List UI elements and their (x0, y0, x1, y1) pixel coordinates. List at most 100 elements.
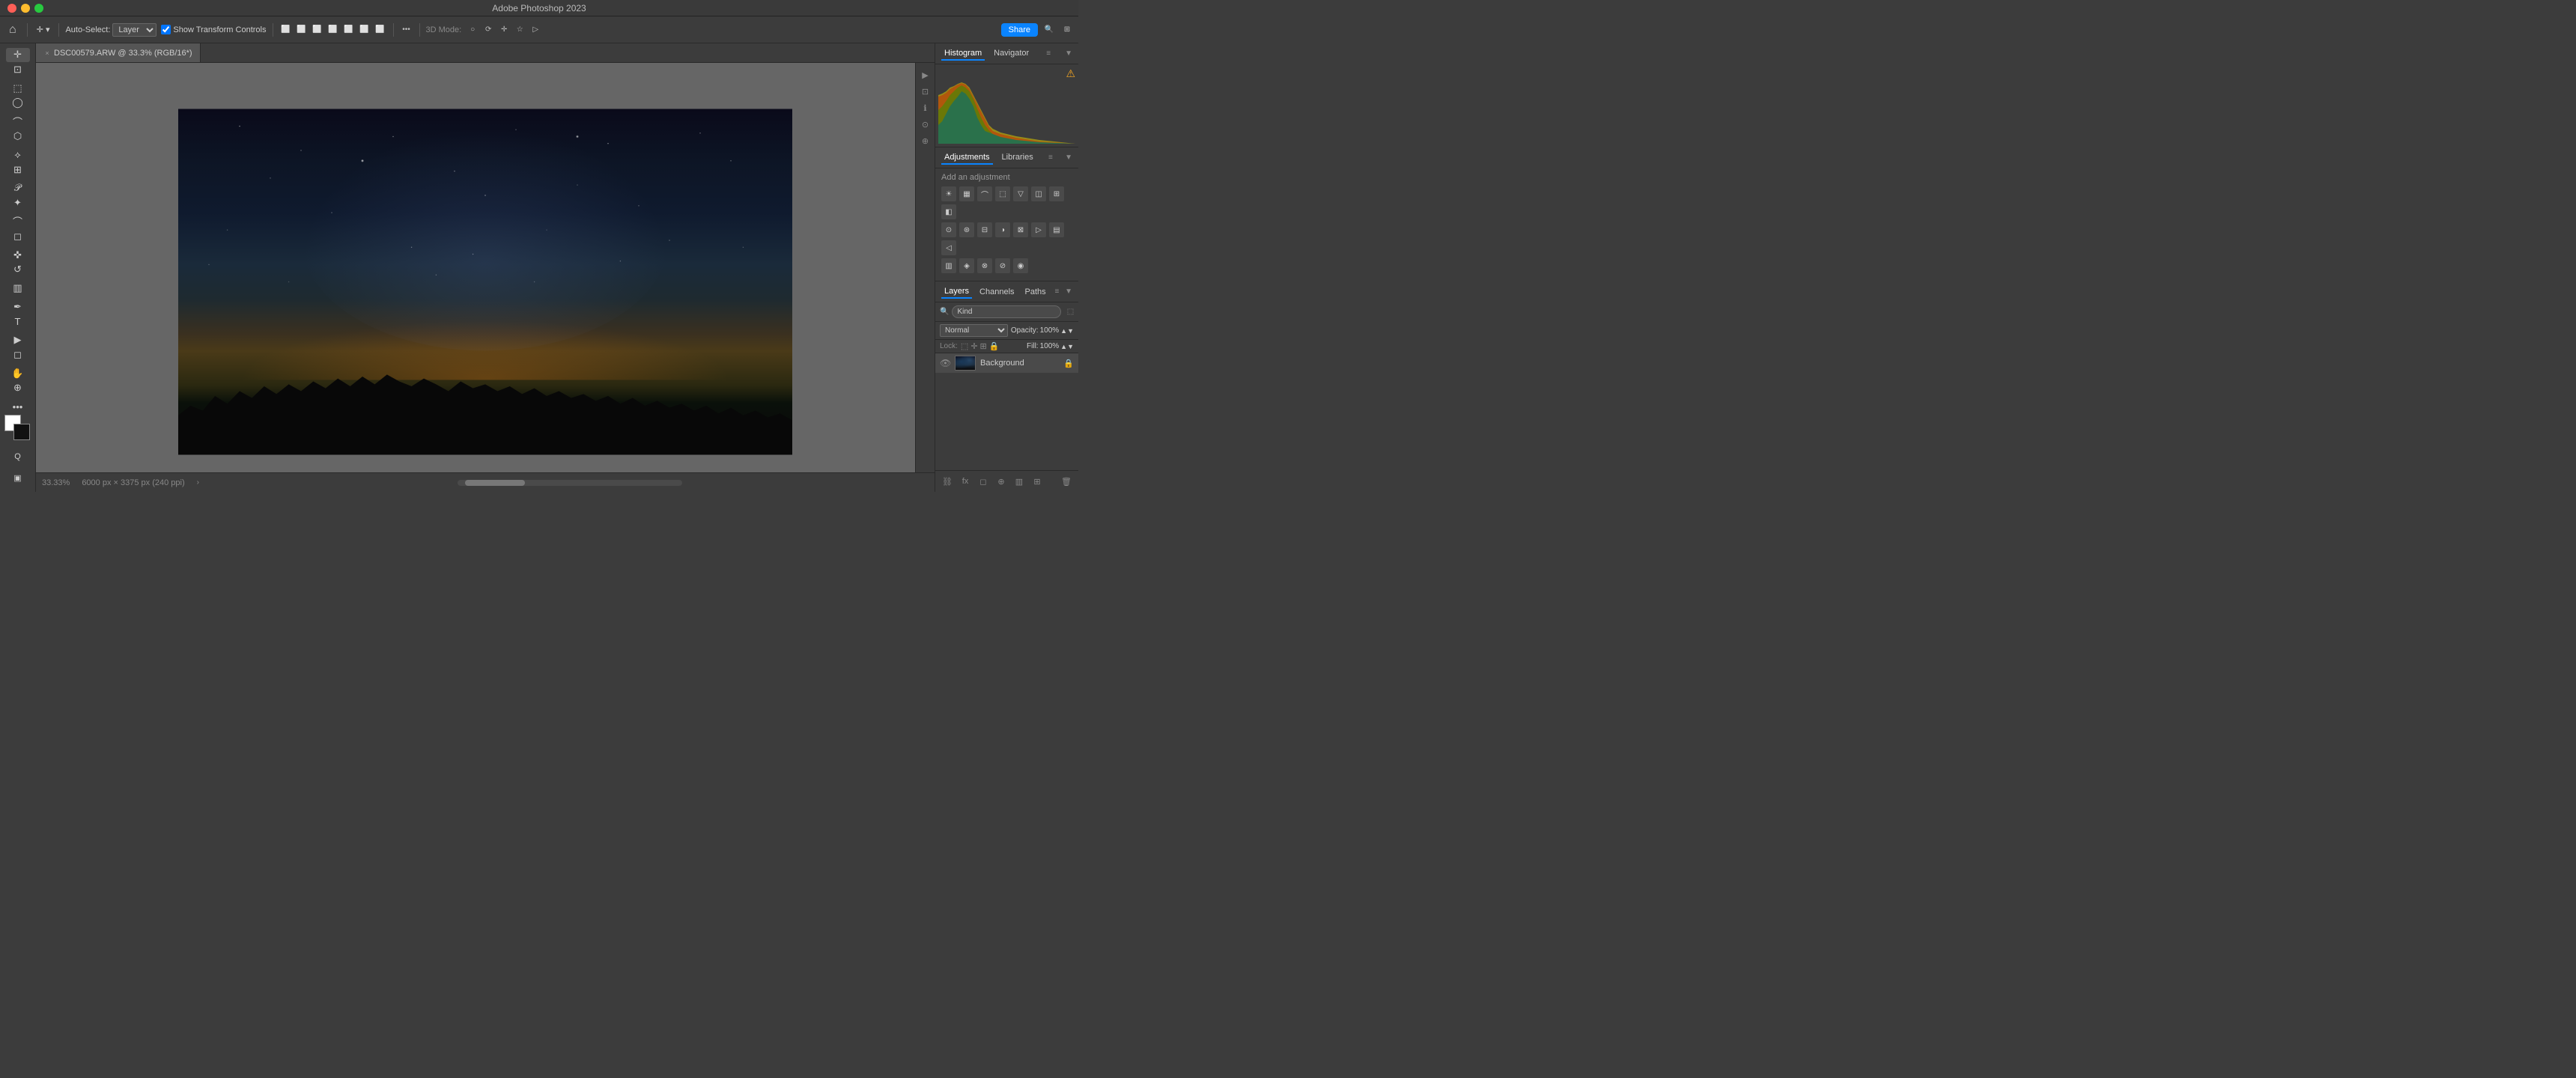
new-layer-icon[interactable]: ⊞ (1030, 474, 1045, 489)
layers-menu-button[interactable]: ≡ (1054, 287, 1059, 296)
pen-tool-button[interactable]: ✒ (6, 300, 30, 314)
more-options-icon[interactable]: ••• (400, 23, 413, 37)
eyedropper-button[interactable]: 𝒫 (6, 181, 30, 195)
curves-icon[interactable]: ⌒ (977, 186, 992, 201)
selective-color-icon[interactable]: ◁ (941, 240, 956, 255)
screen-mode-button[interactable]: ▣ (6, 468, 30, 487)
opacity-value[interactable]: 100% (1040, 326, 1060, 335)
adj-extra-5[interactable]: ◉ (1013, 258, 1028, 273)
lock-pixels-icon[interactable]: ⬚ (961, 341, 968, 351)
adjustments-collapse-button[interactable]: ▼ (1065, 153, 1072, 162)
properties-icon[interactable]: ▶ (918, 67, 933, 82)
poly-lasso-button[interactable]: ⬡ (6, 130, 30, 144)
shape-tool-button[interactable]: ◻ (6, 348, 30, 362)
table-row[interactable]: 👁 Background 🔒 (935, 353, 1078, 374)
align-top-icon[interactable]: ⬜ (326, 23, 340, 37)
scrollbar-thumb[interactable] (465, 480, 525, 486)
crop-tool-button[interactable]: ⊞ (6, 162, 30, 177)
filter-pixel-icon[interactable]: ⬚ (1064, 306, 1076, 318)
fill-arrow[interactable]: ▲▼ (1060, 343, 1074, 350)
lasso-tool-button[interactable]: ⌒ (6, 115, 30, 129)
exposure-icon[interactable]: ⬚ (995, 186, 1010, 201)
threshold-icon[interactable]: ▷ (1031, 222, 1046, 237)
black-white-icon[interactable]: ◧ (941, 204, 956, 219)
move-tool-btn[interactable]: ✛ ▾ (34, 23, 53, 36)
levels-icon[interactable]: ▦ (959, 186, 974, 201)
zoom-tool-button[interactable]: ⊕ (6, 381, 30, 395)
info-icon[interactable]: ℹ (918, 100, 933, 115)
libraries-tab[interactable]: Libraries (999, 151, 1036, 165)
channels-tab[interactable]: Channels (976, 286, 1017, 298)
photo-filter-icon[interactable]: ⊙ (941, 222, 956, 237)
layer-visibility-icon[interactable]: 👁 (940, 358, 950, 368)
lock-artboard-icon[interactable]: ⊞ (980, 341, 987, 351)
ellipse-marquee-button[interactable]: ◯ (6, 96, 30, 110)
adj-extra-1[interactable]: ▥ (941, 258, 956, 273)
3d-orbit-icon[interactable]: ⟳ (482, 23, 495, 37)
horizontal-scroll[interactable] (211, 480, 929, 486)
distribute-icon[interactable]: ⬜ (374, 23, 387, 37)
add-style-icon[interactable]: fx (958, 474, 973, 489)
histogram-tab[interactable]: Histogram (941, 47, 985, 61)
clone-stamp-button[interactable]: ✜ (6, 248, 30, 262)
background-color[interactable] (13, 424, 30, 440)
new-group-icon[interactable]: ▥ (1012, 474, 1027, 489)
histogram-collapse-button[interactable]: ▼ (1065, 49, 1072, 58)
adjustments-strip-icon[interactable]: ⊡ (918, 84, 933, 99)
add-mask-icon[interactable]: ◻ (976, 474, 991, 489)
search-icon[interactable]: 🔍 (1042, 23, 1056, 37)
gradient-map-icon[interactable]: ▤ (1049, 222, 1064, 237)
adj-extra-4[interactable]: ⊘ (995, 258, 1010, 273)
posterize-icon[interactable]: ⊠ (1013, 222, 1028, 237)
document-tab[interactable]: × DSC00579.ARW @ 33.3% (RGB/16*) (36, 43, 201, 62)
artboard-tool-button[interactable]: ⊡ (6, 63, 30, 77)
scrollbar-track[interactable] (458, 480, 682, 486)
move-tool-button[interactable]: ✛ (6, 48, 30, 62)
quick-mask-button[interactable]: Q (6, 447, 30, 466)
auto-select-dropdown[interactable]: Layer Group (112, 23, 157, 37)
3d-slide-icon[interactable]: ☆ (513, 23, 526, 37)
layers-tab[interactable]: Layers (941, 285, 972, 299)
align-left-icon[interactable]: ⬜ (279, 23, 293, 37)
3d-pan-icon[interactable]: ✛ (497, 23, 511, 37)
more-tools-button[interactable]: ••• (6, 400, 30, 414)
eraser-tool-button[interactable]: ◻ (6, 229, 30, 243)
status-arrow[interactable]: › (197, 478, 199, 487)
invert-icon[interactable]: ◑ (995, 222, 1010, 237)
tab-close-icon[interactable]: × (43, 49, 51, 57)
histogram-menu-button[interactable]: ≡ (1046, 49, 1051, 58)
align-right-icon[interactable]: ⬜ (311, 23, 324, 37)
path-select-button[interactable]: ▶ (6, 333, 30, 347)
navigator-strip-icon[interactable]: ⊙ (918, 117, 933, 132)
brush-tool-button[interactable]: ⌒ (6, 214, 30, 228)
channel-mixer-icon[interactable]: ⊛ (959, 222, 974, 237)
opacity-arrow[interactable]: ▲▼ (1060, 327, 1074, 335)
fill-value[interactable]: 100% (1040, 342, 1060, 350)
hsl-icon[interactable]: ◫ (1031, 186, 1046, 201)
color-lookup-icon[interactable]: ⊟ (977, 222, 992, 237)
layers-collapse-button[interactable]: ▼ (1065, 287, 1072, 296)
workspace-layout-icon[interactable]: ⊞ (1060, 23, 1074, 37)
show-transform-label[interactable]: Show Transform Controls (161, 25, 266, 34)
color-balance-icon[interactable]: ⊞ (1049, 186, 1064, 201)
hand-tool-button[interactable]: ✋ (6, 366, 30, 380)
lock-move-icon[interactable]: ✛ (970, 341, 977, 351)
spot-heal-button[interactable]: ✦ (6, 196, 30, 210)
close-button[interactable] (7, 4, 16, 13)
adjustments-tab[interactable]: Adjustments (941, 151, 993, 165)
adjustments-menu-button[interactable]: ≡ (1048, 153, 1053, 162)
align-bottom-icon[interactable]: ⬜ (358, 23, 371, 37)
paths-tab[interactable]: Paths (1022, 286, 1049, 298)
canvas-area[interactable] (36, 63, 935, 472)
brightness-contrast-icon[interactable]: ☀ (941, 186, 956, 201)
3d-scale-icon[interactable]: ▷ (529, 23, 542, 37)
adj-extra-2[interactable]: ◈ (959, 258, 974, 273)
layer-name[interactable]: Background (980, 359, 1059, 368)
delete-layer-icon[interactable]: 🗑 (1059, 474, 1074, 489)
text-tool-button[interactable]: T (6, 314, 30, 329)
home-button[interactable]: ⌂ (4, 23, 21, 37)
history-brush-button[interactable]: ↺ (6, 263, 30, 277)
gradient-tool-button[interactable]: ▥ (6, 281, 30, 296)
lock-all-icon[interactable]: 🔒 (989, 341, 1000, 351)
blend-mode-select[interactable]: Normal Multiply Screen Overlay (940, 324, 1008, 337)
